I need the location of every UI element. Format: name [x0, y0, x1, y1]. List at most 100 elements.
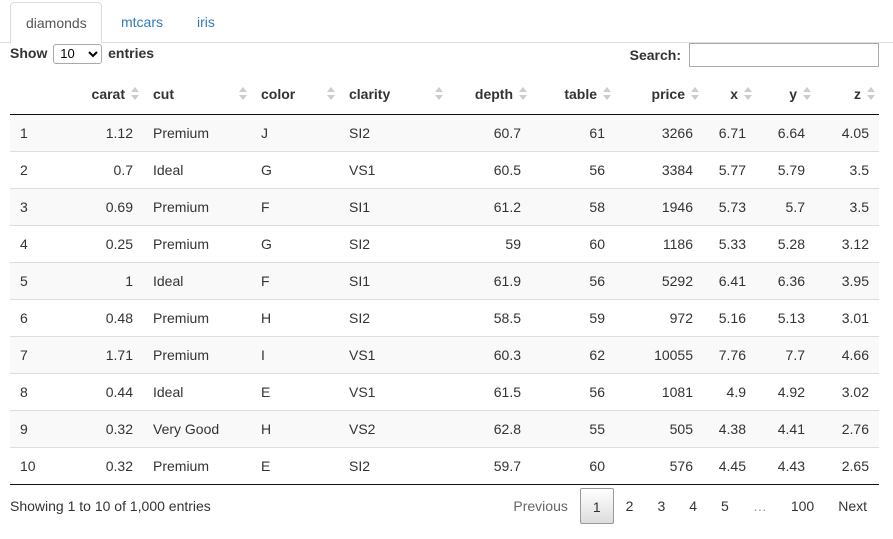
sort-icon: [327, 87, 335, 101]
table-row[interactable]: 2 0.7 Ideal G VS1 60.5 56 3384 5.77 5.79 3.5: [10, 150, 879, 188]
page-button-1[interactable]: 1: [579, 488, 614, 524]
table-row[interactable]: 7 1.71 Premium I VS1 60.3 62 10055 7.76 7.7 4.66: [10, 335, 879, 373]
cell-x: 4.45: [703, 446, 756, 485]
sort-icon: [131, 87, 139, 101]
cell-carat: 0.44: [72, 372, 143, 410]
row-index-cell: 3: [10, 187, 72, 225]
row-index-cell: 6: [10, 298, 72, 336]
cell-clarity: VS1: [339, 335, 447, 373]
page-button-2[interactable]: 2: [614, 488, 646, 524]
column-header-table[interactable]: table: [531, 75, 615, 115]
column-header-x[interactable]: x: [703, 75, 756, 115]
column-header-label: z: [854, 86, 861, 103]
cell-table: 56: [531, 150, 615, 188]
cell-depth: 58.5: [447, 298, 531, 336]
cell-x: 4.9: [703, 372, 756, 410]
cell-table: 55: [531, 409, 615, 447]
sort-icon: [867, 87, 875, 101]
column-header-label: color: [261, 86, 296, 103]
cell-cut: Premium: [143, 446, 251, 485]
cell-color: E: [251, 372, 339, 410]
table-body: 1 1.12 Premium J SI2 60.7 61 3266 6.71 6.64 4.05 2 0…: [10, 114, 879, 485]
tab-iris[interactable]: iris: [182, 2, 230, 43]
table-row[interactable]: 8 0.44 Ideal E VS1 61.5 56 1081 4.9 4.92 3.02: [10, 372, 879, 410]
entries-length-control: Show 10 entries: [10, 43, 154, 64]
cell-y: 5.7: [756, 187, 815, 225]
table-row[interactable]: 6 0.48 Premium H SI2 58.5 59 972 5.16 5.13 3.01: [10, 298, 879, 336]
cell-depth: 60.5: [447, 150, 531, 188]
cell-x: 7.76: [703, 335, 756, 373]
cell-color: H: [251, 298, 339, 336]
cell-price: 505: [615, 409, 703, 447]
page-button-3[interactable]: 3: [645, 488, 677, 524]
pagination: Previous 1 2 3 4 5 … 100 Next: [501, 488, 879, 524]
column-header-label: table: [564, 86, 597, 103]
cell-z: 3.12: [815, 224, 879, 262]
cell-x: 5.16: [703, 298, 756, 336]
column-header-carat[interactable]: carat: [72, 75, 143, 115]
cell-depth: 62.8: [447, 409, 531, 447]
search-input[interactable]: [689, 43, 879, 67]
cell-price: 3266: [661, 124, 693, 141]
cell-y: 5.13: [756, 298, 815, 336]
column-header-clarity[interactable]: clarity: [339, 75, 447, 115]
cell-price: 1186: [615, 224, 703, 262]
table-row[interactable]: 5 1 Ideal F SI1 61.9 56 5292 6.41 6.36 3.95: [10, 261, 879, 299]
cell-table: 58: [531, 187, 615, 225]
page-button-4[interactable]: 4: [677, 488, 709, 524]
cell-clarity: SI1: [339, 187, 447, 225]
cell-cut: Very Good: [143, 409, 251, 447]
entries-per-page-select[interactable]: 10: [53, 43, 103, 64]
table-row[interactable]: 9 0.32 Very Good H VS2 62.8 55 505 4.38 4.41 2.76: [10, 409, 879, 447]
next-button[interactable]: Next: [826, 488, 879, 524]
cell-y: 6.64: [777, 124, 805, 141]
cell-color: E: [251, 446, 339, 485]
tab-diamonds[interactable]: diamonds: [10, 2, 102, 44]
cell-z: 3.01: [815, 298, 879, 336]
column-header-color[interactable]: color: [251, 75, 339, 115]
sort-icon: [239, 87, 247, 101]
cell-table: 60: [531, 224, 615, 262]
cell-color: H: [251, 409, 339, 447]
search-control: Search:: [630, 43, 879, 67]
table-row[interactable]: 1 1.12 Premium J SI2 60.7 61 3266 6.71 6.64 4.05: [10, 114, 879, 151]
cell-price: 10055: [615, 335, 703, 373]
row-index-cell: 8: [10, 372, 72, 410]
row-index-cell: 2: [10, 150, 72, 188]
column-header-z[interactable]: z: [815, 75, 879, 115]
cell-carat: 1.12: [105, 124, 133, 141]
column-header-y[interactable]: y: [756, 75, 815, 115]
sort-icon: [744, 87, 752, 101]
cell-clarity: VS2: [339, 409, 447, 447]
search-label: Search:: [629, 47, 681, 63]
table-row[interactable]: 3 0.69 Premium F SI1 61.2 58 1946 5.73 5.7 3.5: [10, 187, 879, 225]
column-header-price[interactable]: price: [615, 75, 703, 115]
cell-table: 60: [531, 446, 615, 485]
cell-price: 5292: [615, 261, 703, 299]
column-header-label: clarity: [349, 86, 391, 103]
cell-y: 4.92: [756, 372, 815, 410]
tab-mtcars[interactable]: mtcars: [106, 2, 178, 43]
table-header-row: carat cut color clarity depth table price x y z: [10, 75, 879, 115]
column-header-depth[interactable]: depth: [447, 75, 531, 115]
cell-price: 1081: [615, 372, 703, 410]
cell-carat: 0.25: [72, 224, 143, 262]
table-row[interactable]: 10 0.32 Premium E SI2 59.7 60 576 4.45 4.43 2.65: [10, 446, 879, 485]
cell-clarity: VS1: [339, 150, 447, 188]
table-row[interactable]: 4 0.25 Premium G SI2 59 60 1186 5.33 5.28 3.12: [10, 224, 879, 262]
column-header-label: y: [789, 86, 797, 103]
cell-z: 4.66: [815, 335, 879, 373]
cell-z: 3.02: [815, 372, 879, 410]
column-header-cut[interactable]: cut: [143, 75, 251, 115]
cell-clarity: SI2: [339, 446, 447, 485]
page-button-100[interactable]: 100: [779, 488, 826, 524]
cell-clarity: VS1: [339, 372, 447, 410]
cell-cut: Premium: [143, 187, 251, 225]
previous-button[interactable]: Previous: [501, 488, 579, 524]
cell-cut: Ideal: [143, 150, 251, 188]
page-button-5[interactable]: 5: [709, 488, 741, 524]
row-index-cell: 10: [10, 446, 72, 485]
cell-x: 5.77: [703, 150, 756, 188]
cell-cut: Premium: [143, 335, 251, 373]
cell-color: I: [251, 335, 339, 373]
